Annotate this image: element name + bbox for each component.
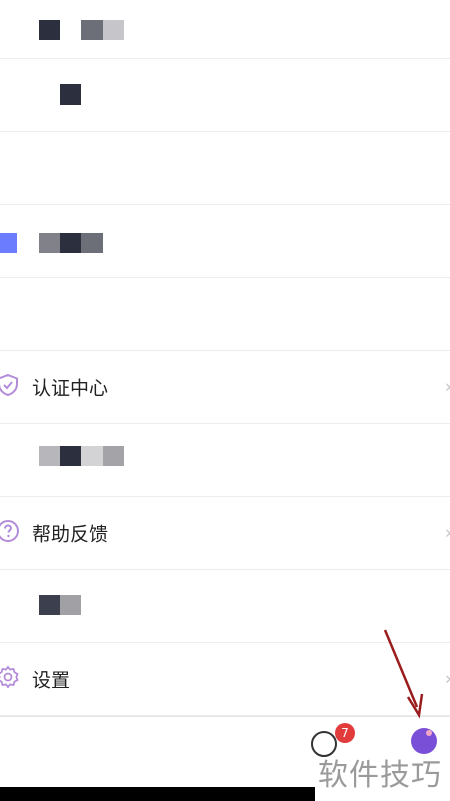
bottom-black-bar: [0, 787, 315, 801]
menu-row-redacted-6[interactable]: [0, 424, 450, 497]
redacted-block: [103, 20, 124, 40]
gear-icon: [0, 665, 20, 693]
menu-item-label: 认证中心: [32, 377, 109, 400]
shield-check-icon: [0, 373, 20, 401]
watermark: 软件技巧: [318, 758, 442, 793]
chevron-right-icon: ›: [445, 669, 450, 690]
redacted-block: [81, 233, 103, 253]
redacted-block: [39, 446, 60, 466]
menu-item-help-feedback[interactable]: 帮助反馈 ›: [0, 497, 450, 570]
redacted-block: [81, 446, 103, 466]
menu-row-redacted-5[interactable]: [0, 278, 450, 351]
chevron-right-icon: ›: [445, 377, 450, 398]
redacted-block: [60, 233, 81, 253]
redacted-block: [39, 595, 60, 615]
redacted-block: [60, 595, 81, 615]
menu-row-redacted-2[interactable]: [0, 59, 450, 132]
menu-item-label: 设置: [32, 669, 71, 692]
redacted-block: [81, 20, 103, 40]
notification-badge: 7: [335, 723, 355, 743]
redacted-block: [103, 446, 124, 466]
redacted-block: [39, 233, 60, 253]
accent-block: [0, 233, 17, 253]
redacted-block: [60, 84, 81, 105]
menu-item-label: 帮助反馈: [32, 523, 109, 546]
redacted-block: [60, 446, 81, 466]
menu-row-redacted-4[interactable]: [0, 205, 450, 278]
menu-item-certification-center[interactable]: 认证中心 ›: [0, 351, 450, 424]
question-circle-icon: [0, 519, 20, 547]
redacted-block: [39, 20, 60, 40]
chevron-right-icon: ›: [445, 523, 450, 544]
menu-row-redacted-1[interactable]: [0, 0, 450, 59]
menu-row-redacted-3[interactable]: [0, 132, 450, 205]
annotation-arrow-icon: [383, 629, 424, 719]
